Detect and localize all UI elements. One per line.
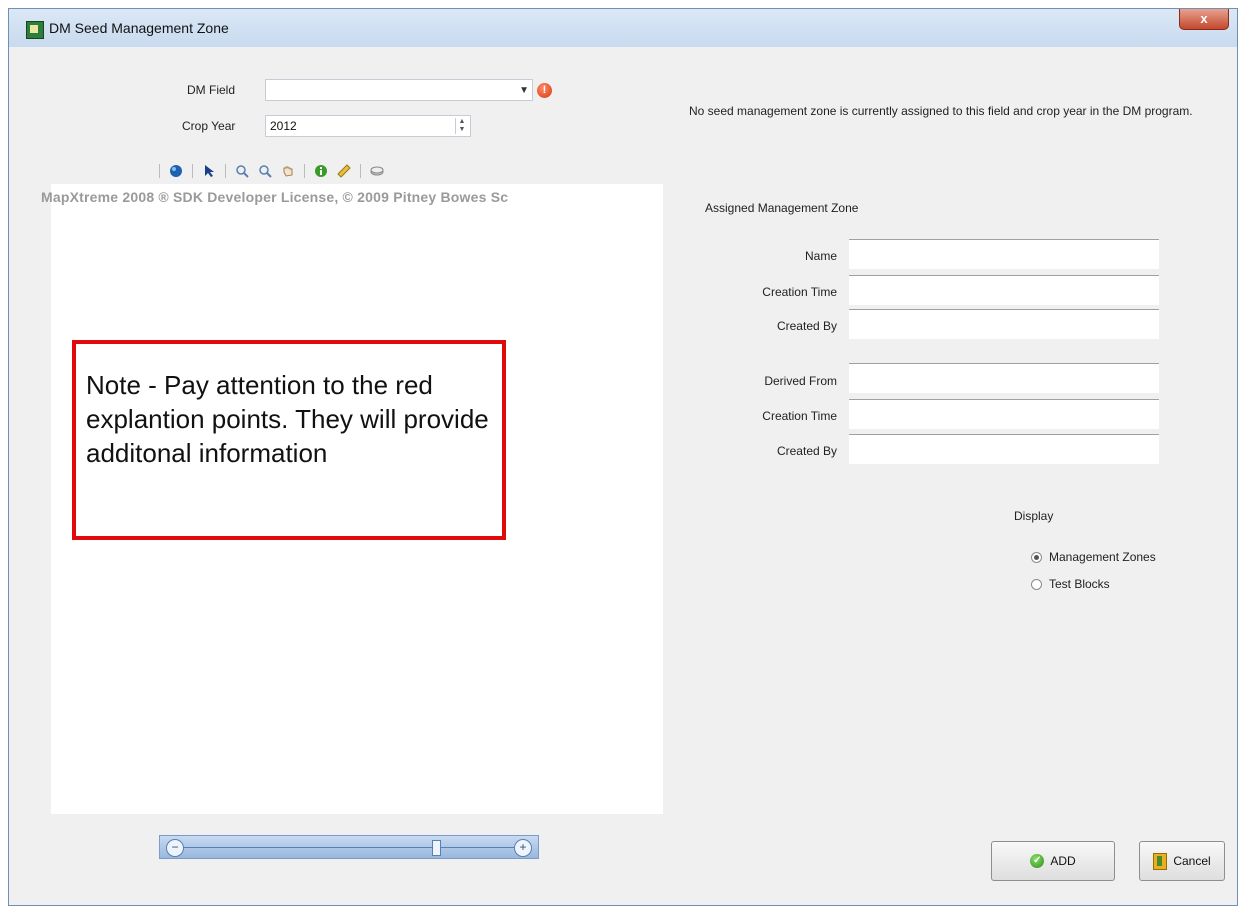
chevron-down-icon[interactable]: ▼ <box>519 81 529 101</box>
display-heading: Display <box>1014 509 1054 523</box>
toolbar-separator <box>360 164 361 178</box>
cancel-button-label: Cancel <box>1173 854 1211 868</box>
title-bar[interactable]: DM Seed Management Zone x <box>9 9 1237 47</box>
radio-test-blocks[interactable] <box>1031 579 1042 590</box>
name-label: Name <box>804 249 837 263</box>
derived-creation-time-label: Creation Time <box>762 409 837 423</box>
toolbar-separator <box>192 164 193 178</box>
spin-arrows-icon[interactable]: ▲ ▼ <box>455 118 468 134</box>
ruler-icon[interactable] <box>337 164 351 178</box>
creation-time-field <box>849 275 1159 305</box>
assigned-zone-heading: Assigned Management Zone <box>705 201 859 215</box>
status-message: No seed management zone is currently ass… <box>689 104 1193 118</box>
derived-from-label: Derived From <box>764 374 837 388</box>
dm-field-alert-icon[interactable]: ! <box>537 83 552 98</box>
globe-icon[interactable] <box>169 164 183 178</box>
derived-from-field <box>849 363 1159 393</box>
cancel-button[interactable]: Cancel <box>1139 841 1225 881</box>
add-button[interactable]: ✓ ADD <box>991 841 1115 881</box>
zoom-out-icon[interactable] <box>258 164 272 178</box>
app-icon <box>26 21 44 39</box>
created-by-label: Created By <box>776 319 837 333</box>
toolbar-grip <box>159 164 160 178</box>
name-field <box>849 239 1159 269</box>
dm-field-label: DM Field <box>187 83 236 97</box>
dialog-window: DM Seed Management Zone x DM Field ▼ ! C… <box>8 8 1238 906</box>
note-callout: Note - Pay attention to the red explanti… <box>72 340 506 540</box>
created-by-field <box>849 309 1159 339</box>
slider-track <box>180 847 514 848</box>
dm-field-dropdown[interactable]: ▼ <box>265 79 533 101</box>
slider-thumb[interactable] <box>432 840 441 856</box>
arrow-pointer-icon[interactable] <box>202 164 216 178</box>
creation-time-label: Creation Time <box>762 285 837 299</box>
zoom-plus-icon[interactable]: + <box>514 839 532 857</box>
test-blocks-label[interactable]: Test Blocks <box>1049 577 1110 591</box>
crop-year-label: Crop Year <box>182 119 236 133</box>
map-watermark: MapXtreme 2008 ® SDK Developer License, … <box>41 189 509 205</box>
derived-created-by-field <box>849 434 1159 464</box>
management-zones-label[interactable]: Management Zones <box>1049 550 1156 564</box>
dialog-content: DM Field ▼ ! Crop Year 2012 ▲ ▼ MapXtrem… <box>19 47 1229 897</box>
zoom-minus-icon[interactable]: − <box>166 839 184 857</box>
radio-management-zones[interactable] <box>1031 552 1042 563</box>
close-button[interactable]: x <box>1179 9 1229 30</box>
crop-year-value: 2012 <box>270 119 297 133</box>
toolbar-separator <box>304 164 305 178</box>
exit-door-icon <box>1153 852 1168 870</box>
toolbar-separator <box>225 164 226 178</box>
info-icon[interactable] <box>314 164 328 178</box>
window-title: DM Seed Management Zone <box>49 20 229 36</box>
check-circle-icon: ✓ <box>1030 854 1045 868</box>
map-toolbar <box>159 162 384 180</box>
pan-hand-icon[interactable] <box>281 164 295 178</box>
zoom-slider[interactable]: − + <box>159 835 539 859</box>
derived-created-by-label: Created By <box>776 444 837 458</box>
layers-icon[interactable] <box>370 164 384 178</box>
zoom-in-icon[interactable] <box>235 164 249 178</box>
add-button-label: ADD <box>1050 854 1076 868</box>
crop-year-stepper[interactable]: 2012 ▲ ▼ <box>265 115 471 137</box>
derived-creation-time-field <box>849 399 1159 429</box>
